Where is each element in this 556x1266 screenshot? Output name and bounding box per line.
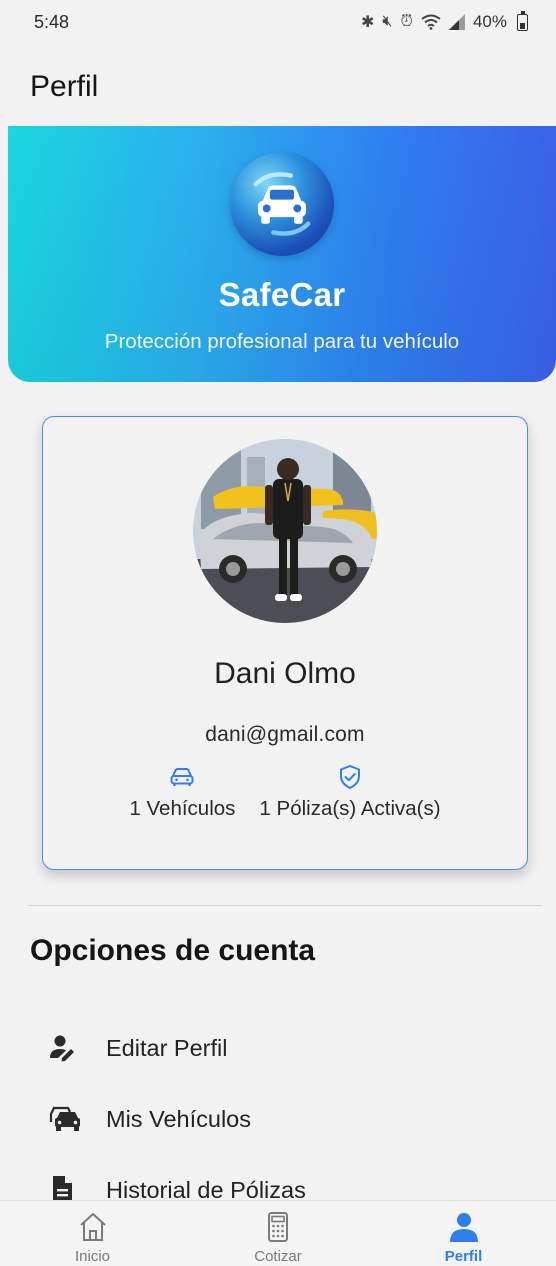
section-title: Opciones de cuenta	[30, 934, 316, 967]
battery-icon	[517, 10, 528, 31]
nav-home-label: Inicio	[74, 1248, 111, 1265]
stat-vehicles-label: 1 Vehículos	[129, 797, 236, 820]
bluetooth-icon: ✱	[360, 14, 375, 31]
menu-item-label: Editar Perfil	[106, 1034, 228, 1061]
avatar[interactable]	[193, 439, 377, 623]
battery-percentage: 40%	[472, 12, 507, 31]
profile-card: Dani Olmo dani@gmail.com 1 Vehículos 1 P…	[42, 416, 528, 870]
car-icon	[170, 768, 194, 786]
hero-subtitle: Protección profesional para tu vehículo	[104, 330, 460, 353]
nav-quote-label: Cotizar	[254, 1248, 302, 1265]
mute-icon: 🔇︎	[382, 13, 393, 30]
page-title: Perfil	[30, 70, 99, 103]
nav-home[interactable]: Inicio	[0, 1201, 185, 1266]
hero-banner: SafeCar Protección profesional para tu v…	[8, 126, 556, 382]
signal-icon	[448, 14, 465, 30]
person-icon	[449, 1213, 478, 1242]
menu-item-label: Mis Vehículos	[106, 1105, 251, 1132]
hero-title: SafeCar	[218, 276, 346, 313]
menu-item-my-vehicles[interactable]: Mis Vehículos	[48, 1097, 251, 1141]
wifi-icon	[421, 14, 441, 30]
app-logo	[230, 152, 334, 256]
nav-profile-label: Perfil	[444, 1248, 483, 1265]
avatar-photo	[193, 439, 377, 623]
status-time: 5:48	[34, 11, 70, 32]
profile-stats: 1 Vehículos 1 Póliza(s) Activa(s)	[129, 763, 441, 821]
profile-screen: 5:48 ✱ 🔇︎ ⏰︎ 40% Perfil SafeCar Protecci…	[0, 0, 556, 1266]
calculator-icon	[268, 1212, 288, 1242]
divider	[28, 905, 542, 906]
app-bar: Perfil	[0, 56, 556, 118]
nav-profile[interactable]: Perfil	[371, 1201, 556, 1266]
profile-name: Dani Olmo	[214, 657, 356, 690]
status-icons: ✱ 🔇︎ ⏰︎ 40%	[360, 10, 528, 32]
status-bar: 5:48 ✱ 🔇︎ ⏰︎ 40%	[0, 0, 556, 44]
stat-policies: 1 Póliza(s) Activa(s)	[259, 763, 441, 821]
car-icon	[253, 172, 311, 236]
home-icon	[79, 1213, 106, 1241]
shield-check-icon	[339, 765, 360, 789]
bottom-nav: Inicio Cotizar Perfil	[0, 1200, 556, 1266]
profile-email: dani@gmail.com	[205, 723, 365, 746]
user-edit-icon	[48, 1033, 82, 1063]
cars-icon	[48, 1104, 82, 1134]
menu-item-edit-profile[interactable]: Editar Perfil	[48, 1026, 227, 1070]
alarm-icon: ⏰︎	[400, 13, 413, 30]
nav-quote[interactable]: Cotizar	[186, 1201, 371, 1266]
stat-vehicles: 1 Vehículos	[129, 763, 235, 821]
stat-policies-label: 1 Póliza(s) Activa(s)	[259, 797, 441, 820]
